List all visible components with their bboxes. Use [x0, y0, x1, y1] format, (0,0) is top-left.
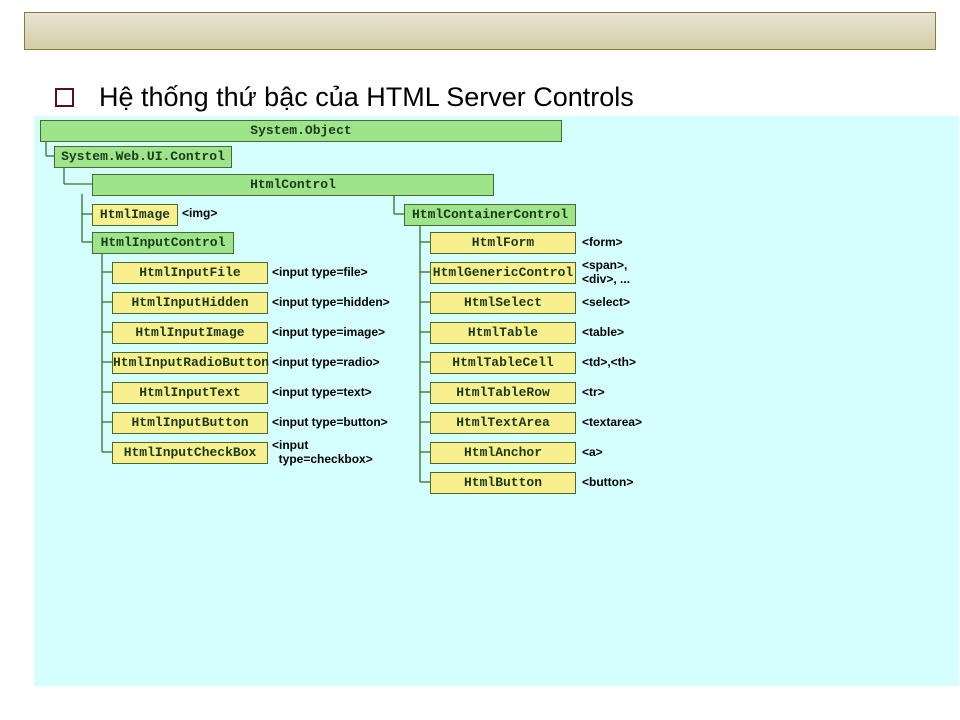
node-right-1: HtmlGenericControl	[430, 262, 576, 284]
node-right-0: HtmlForm	[430, 232, 576, 254]
tag-right-2: <select>	[582, 295, 630, 309]
node-htmlcontrol: HtmlControl	[92, 174, 494, 196]
node-right-2: HtmlSelect	[430, 292, 576, 314]
tag-left-1: <input type=hidden>	[272, 295, 390, 309]
node-htmlcontainercontrol: HtmlContainerControl	[404, 204, 576, 226]
title-row: Hệ thống thứ bậc của HTML Server Control…	[55, 82, 930, 113]
tag-left-0: <input type=file>	[272, 265, 368, 279]
slide-page: Hệ thống thứ bậc của HTML Server Control…	[0, 0, 960, 720]
node-left-1: HtmlInputHidden	[112, 292, 268, 314]
tag-right-3: <table>	[582, 325, 624, 339]
tag-right-6: <textarea>	[582, 415, 642, 429]
tag-right-1: <span>, <div>, ...	[582, 258, 630, 286]
tag-right-8: <button>	[582, 475, 633, 489]
node-right-7: HtmlAnchor	[430, 442, 576, 464]
node-right-8: HtmlButton	[430, 472, 576, 494]
node-left-3: HtmlInputRadioButton	[112, 352, 268, 374]
tag-left-4: <input type=text>	[272, 385, 372, 399]
slide-title: Hệ thống thứ bậc của HTML Server Control…	[99, 82, 634, 113]
tag-left-3: <input type=radio>	[272, 355, 380, 369]
node-left-0: HtmlInputFile	[112, 262, 268, 284]
node-left-6: HtmlInputCheckBox	[112, 442, 268, 464]
tag-htmlimage: <img>	[182, 206, 217, 220]
tag-left-5: <input type=button>	[272, 415, 388, 429]
node-right-4: HtmlTableCell	[430, 352, 576, 374]
tag-right-4: <td>,<th>	[582, 355, 636, 369]
node-left-4: HtmlInputText	[112, 382, 268, 404]
bullet-icon	[55, 88, 74, 107]
node-system-web-ui-control: System.Web.UI.Control	[54, 146, 232, 168]
node-htmlimage: HtmlImage	[92, 204, 178, 226]
node-system-object: System.Object	[40, 120, 562, 142]
node-htmlinputcontrol: HtmlInputControl	[92, 232, 234, 254]
node-left-5: HtmlInputButton	[112, 412, 268, 434]
tag-right-5: <tr>	[582, 385, 605, 399]
node-right-5: HtmlTableRow	[430, 382, 576, 404]
top-band	[24, 12, 936, 50]
tag-left-6: <input type=checkbox>	[272, 438, 373, 466]
node-right-6: HtmlTextArea	[430, 412, 576, 434]
node-left-2: HtmlInputImage	[112, 322, 268, 344]
tag-right-0: <form>	[582, 235, 623, 249]
node-right-3: HtmlTable	[430, 322, 576, 344]
tag-left-2: <input type=image>	[272, 325, 385, 339]
tag-right-7: <a>	[582, 445, 603, 459]
diagram-canvas: System.Object System.Web.UI.Control Html…	[34, 116, 959, 686]
